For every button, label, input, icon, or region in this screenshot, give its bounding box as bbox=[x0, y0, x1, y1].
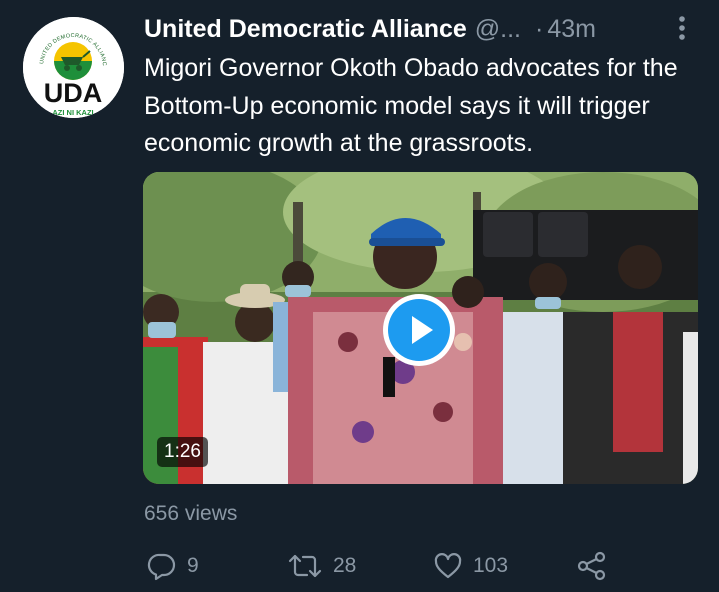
like-button[interactable]: 103 bbox=[433, 546, 508, 586]
retweet-icon bbox=[288, 554, 322, 578]
retweet-button[interactable]: 28 bbox=[287, 546, 356, 586]
reply-icon bbox=[147, 553, 176, 581]
reply-button[interactable]: 9 bbox=[147, 546, 199, 586]
play-icon bbox=[412, 316, 433, 344]
video-duration: 1:26 bbox=[157, 437, 208, 467]
author-name[interactable]: United Democratic Alliance bbox=[144, 15, 467, 44]
logo-text: UDA bbox=[44, 78, 103, 108]
play-button[interactable] bbox=[383, 294, 455, 366]
tweet-header: United Democratic Alliance @... · 43m bbox=[144, 12, 596, 46]
retweet-count: 28 bbox=[333, 554, 357, 577]
view-count: 656 views bbox=[144, 502, 238, 525]
like-count: 103 bbox=[473, 554, 509, 577]
more-icon bbox=[679, 16, 685, 40]
author-handle[interactable]: @... bbox=[475, 15, 521, 44]
share-button[interactable] bbox=[576, 546, 608, 586]
tweet-timestamp[interactable]: 43m bbox=[547, 15, 596, 44]
author-avatar[interactable]: UNITED DEMOCRATIC ALLIANCE UDA AZI NI KA… bbox=[23, 17, 124, 118]
more-options-button[interactable] bbox=[671, 14, 693, 42]
like-icon bbox=[434, 553, 462, 579]
tweet-text: Migori Governor Okoth Obado advocates fo… bbox=[144, 54, 678, 157]
separator-dot: · bbox=[535, 14, 544, 43]
action-bar: 9 28 103 bbox=[0, 546, 719, 586]
logo-bottom-text: AZI NI KAZI bbox=[52, 108, 93, 117]
uda-logo: UNITED DEMOCRATIC ALLIANCE UDA AZI NI KA… bbox=[23, 17, 124, 118]
share-icon bbox=[577, 551, 606, 581]
reply-count: 9 bbox=[187, 554, 199, 577]
